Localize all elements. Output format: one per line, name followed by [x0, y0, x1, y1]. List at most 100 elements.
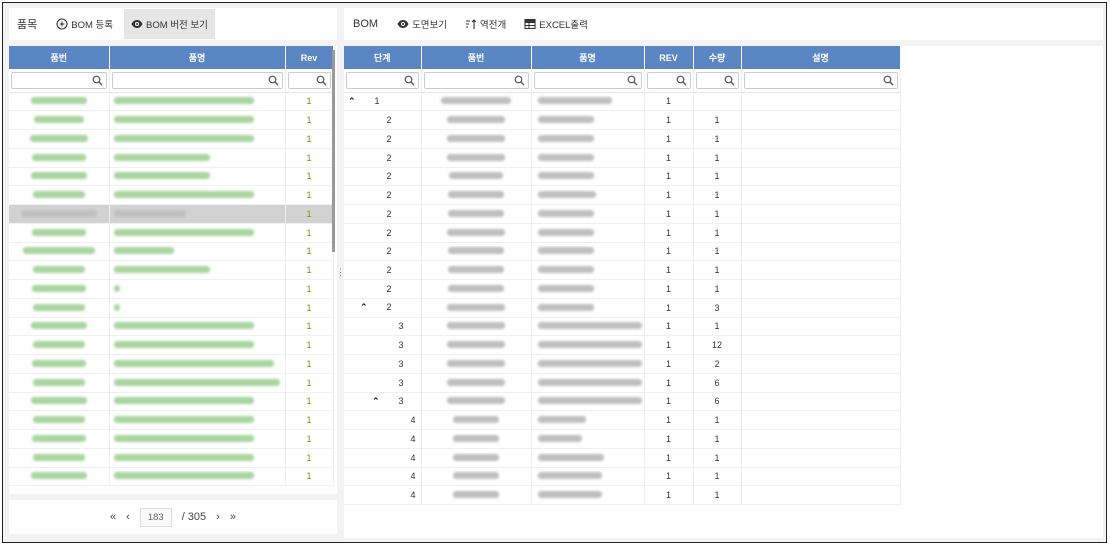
bom-row[interactable]: 2 11 — [344, 242, 901, 262]
item-row[interactable]: 1 — [9, 335, 334, 355]
chevron-up-icon[interactable]: ⌃ — [372, 396, 386, 407]
bom-row[interactable]: 3 12 — [344, 354, 901, 374]
drawing-view-button[interactable]: 도면보기 — [390, 9, 454, 39]
item-row[interactable]: 1 — [9, 279, 334, 299]
page-number-input[interactable]: 183 — [139, 507, 172, 527]
reverse-expand-button[interactable]: 역전개 — [458, 9, 513, 39]
col-header-quantity[interactable]: 수량 — [693, 46, 742, 69]
item-row[interactable]: 1 — [9, 467, 334, 487]
col-header-part-no[interactable]: 품번 — [421, 46, 532, 69]
bom-level: 3 — [398, 340, 404, 351]
item-row[interactable]: 1 — [9, 392, 334, 412]
col-header-rev[interactable]: Rev — [285, 46, 334, 69]
filter-part-name-input[interactable] — [533, 71, 642, 89]
col-header-part-name[interactable]: 품명 — [109, 46, 286, 69]
filter-part-no-input[interactable] — [423, 71, 529, 89]
bom-level-cell: 4 — [344, 410, 422, 430]
bom-level-cell: 3 — [344, 373, 422, 393]
item-list-scrollbar[interactable] — [332, 50, 335, 252]
col-header-part-name[interactable]: 품명 — [531, 46, 645, 69]
item-row[interactable]: 1 — [9, 92, 334, 112]
item-row[interactable]: 1 — [9, 260, 334, 280]
item-row[interactable]: 1 — [9, 298, 334, 318]
col-header-part-no[interactable]: 품번 — [9, 46, 110, 69]
item-part-no — [9, 317, 110, 337]
app-frame: 품목 BOM 등록 BOM 버전 보기 품번 품명 Rev 1 1 1 1 1 … — [2, 2, 1107, 543]
search-icon — [514, 75, 524, 86]
chevron-up-icon[interactable]: ⌃ — [360, 302, 374, 313]
item-row[interactable]: 1 — [9, 223, 334, 243]
item-table: 품번 품명 Rev 111111111111111111111 — [9, 46, 334, 487]
chevron-up-icon[interactable]: ⌃ — [348, 96, 362, 107]
item-row[interactable]: 1 — [9, 448, 334, 468]
bom-description — [741, 260, 901, 280]
item-part-no — [9, 242, 110, 262]
bom-row[interactable]: ⌃ 1 1 — [344, 92, 901, 112]
col-header-description[interactable]: 설명 — [741, 46, 901, 69]
filter-rev-input[interactable] — [646, 71, 691, 89]
bom-quantity: 1 — [693, 260, 742, 280]
item-row[interactable]: 1 — [9, 110, 334, 130]
bom-part-name — [531, 110, 645, 130]
col-header-level[interactable]: 단계 — [344, 46, 422, 69]
item-row[interactable]: 1 — [9, 167, 334, 187]
bom-row[interactable]: 4 11 — [344, 429, 901, 449]
bom-quantity: 1 — [693, 448, 742, 468]
item-row[interactable]: 1 — [9, 354, 334, 374]
bom-row[interactable]: 3 16 — [344, 373, 901, 393]
bom-level-cell: ⌃ 1 — [344, 92, 422, 112]
item-row[interactable]: 1 — [9, 242, 334, 262]
bom-row[interactable]: 2 11 — [344, 110, 901, 130]
filter-quantity-input[interactable] — [695, 71, 739, 89]
bom-row[interactable]: ⌃ 2 1 3 — [344, 298, 901, 318]
item-row[interactable]: 1 — [9, 317, 334, 337]
bom-quantity: 1 — [693, 110, 742, 130]
item-row[interactable]: 1 — [9, 204, 334, 224]
bom-part-name — [531, 354, 645, 374]
filter-level-input[interactable] — [346, 71, 419, 89]
bom-row[interactable]: 4 11 — [344, 410, 901, 430]
bom-row[interactable]: 3 11 — [344, 317, 901, 337]
item-part-no — [9, 129, 110, 149]
bom-level: 3 — [398, 395, 404, 406]
bom-row[interactable]: 2 11 — [344, 204, 901, 224]
bom-row[interactable]: 4 11 — [344, 485, 901, 505]
item-row[interactable]: 1 — [9, 429, 334, 449]
bom-row[interactable]: 2 11 — [344, 260, 901, 280]
bom-row[interactable]: 2 11 — [344, 148, 901, 168]
bom-quantity: 1 — [693, 129, 742, 149]
item-row[interactable]: 1 — [9, 410, 334, 430]
bom-version-view-button[interactable]: BOM 버전 보기 — [124, 9, 215, 39]
bom-rev: 1 — [644, 223, 694, 243]
bom-level: 4 — [410, 433, 416, 444]
bom-row[interactable]: 2 11 — [344, 279, 901, 299]
bom-row[interactable]: 3 1 12 — [344, 335, 901, 355]
bom-part-no — [421, 335, 532, 355]
bom-row[interactable]: 2 11 — [344, 185, 901, 205]
filter-part-name-input[interactable] — [111, 71, 283, 89]
item-row[interactable]: 1 — [9, 185, 334, 205]
col-header-rev[interactable]: REV — [644, 46, 694, 69]
bom-part-no — [421, 148, 532, 168]
item-row[interactable]: 1 — [9, 129, 334, 149]
bom-row[interactable]: 4 11 — [344, 448, 901, 468]
bom-row[interactable]: 2 11 — [344, 223, 901, 243]
bom-register-button[interactable]: BOM 등록 — [49, 9, 120, 39]
bom-row[interactable]: ⌃ 3 1 6 — [344, 392, 901, 412]
bom-row[interactable]: 4 11 — [344, 467, 901, 487]
bom-description — [741, 317, 901, 337]
last-page-button[interactable]: » — [230, 511, 236, 523]
bom-row[interactable]: 2 11 — [344, 129, 901, 149]
item-rev: 1 — [285, 317, 334, 337]
prev-page-button[interactable]: ‹ — [126, 511, 130, 523]
item-row[interactable]: 1 — [9, 148, 334, 168]
first-page-button[interactable]: « — [110, 511, 116, 523]
item-row[interactable]: 1 — [9, 373, 334, 393]
filter-description-input[interactable] — [743, 71, 898, 89]
bom-row[interactable]: 2 11 — [344, 167, 901, 187]
filter-part-no-input[interactable] — [11, 71, 107, 89]
next-page-button[interactable]: › — [216, 511, 220, 523]
filter-rev-input[interactable] — [287, 71, 331, 89]
bom-part-no — [421, 223, 532, 243]
excel-export-button[interactable]: EXCEL출력 — [517, 9, 595, 39]
